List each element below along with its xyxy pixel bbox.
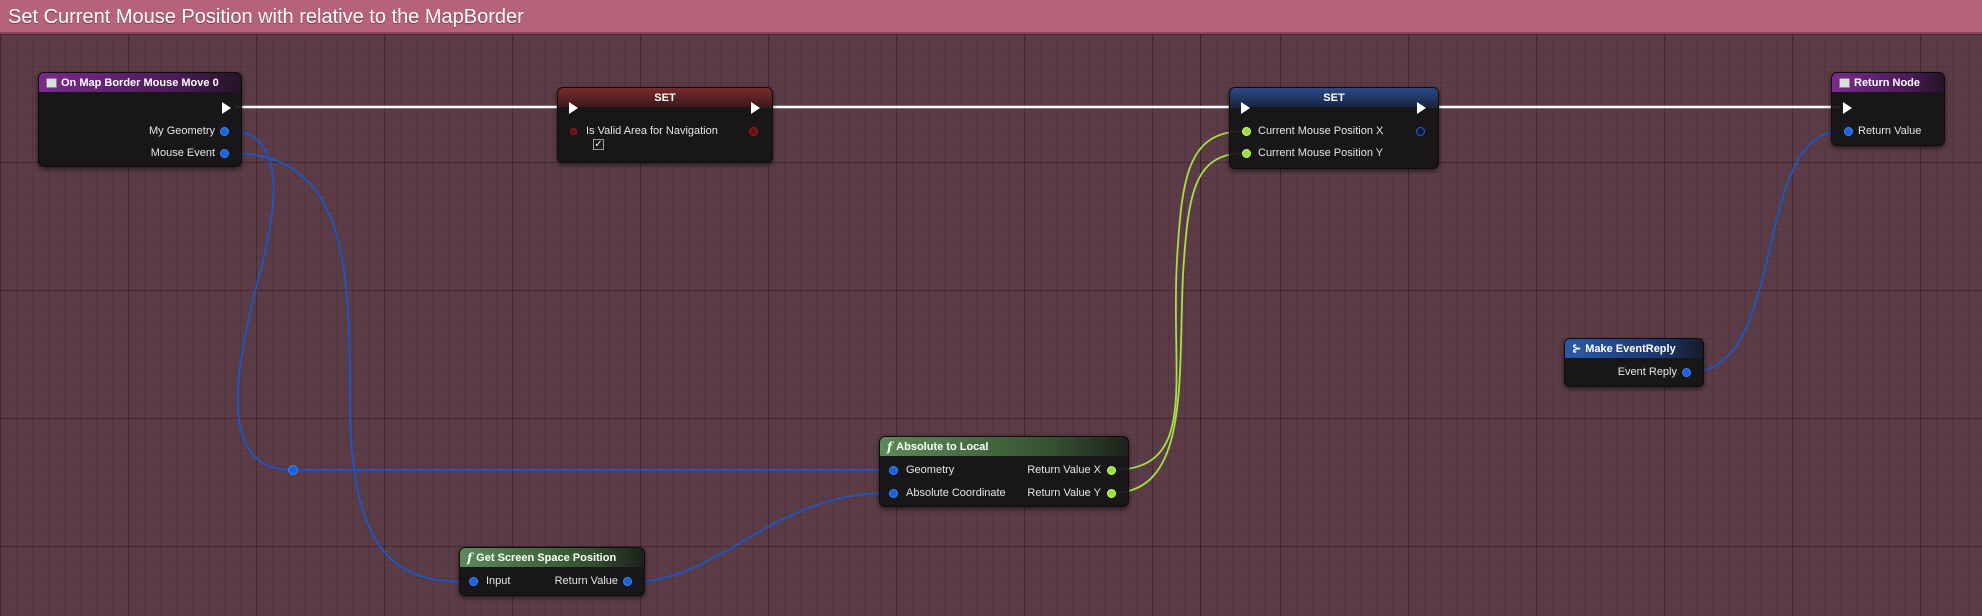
pin-label-mouse-y: Current Mouse Position Y: [1258, 147, 1384, 159]
pin-is-valid-in[interactable]: [570, 128, 577, 135]
return-icon: [1839, 77, 1850, 88]
node-title: Get Screen Space Position: [476, 551, 617, 564]
node-absolute-to-local[interactable]: f Absolute to Local Geometry Absolute Co…: [879, 436, 1129, 507]
node-return[interactable]: Return Node Return Value: [1831, 72, 1945, 146]
pin-is-valid-out[interactable]: [749, 127, 758, 136]
node-header: On Map Border Mouse Move 0: [39, 73, 241, 92]
event-icon: [46, 77, 57, 88]
exec-out-pin[interactable]: [1417, 102, 1426, 114]
exec-in-pin[interactable]: [1241, 102, 1250, 114]
node-header: SET: [558, 88, 772, 107]
pin-my-geometry[interactable]: [220, 127, 229, 136]
node-set-mouse-position[interactable]: SET Current Mouse Position X Current Mou…: [1229, 87, 1439, 169]
exec-in-pin[interactable]: [569, 102, 578, 114]
make-struct-icon: ⊱: [1572, 343, 1582, 355]
exec-out-pin[interactable]: [751, 102, 760, 114]
function-icon: f: [887, 439, 893, 454]
node-title: SET: [1323, 91, 1345, 104]
function-icon: f: [467, 550, 473, 565]
screen-pos-wire: [629, 492, 885, 583]
pin-label-return-value: Return Value: [1858, 125, 1922, 137]
node-title: Return Node: [1854, 76, 1920, 89]
pin-return-value[interactable]: [1844, 127, 1853, 136]
pin-mouse-event[interactable]: [220, 149, 229, 158]
node-make-event-reply[interactable]: ⊱ Make EventReply Event Reply: [1564, 338, 1704, 387]
wire-layer: [229, 105, 1843, 583]
event-reply-wire: [1689, 130, 1843, 373]
pin-return-value[interactable]: [623, 577, 632, 586]
pin-label-my-geometry: My Geometry: [148, 125, 215, 137]
node-set-is-valid-area[interactable]: SET Is Valid Area for Navigation ✓: [557, 87, 773, 163]
pin-label-event-reply: Event Reply: [1617, 366, 1677, 378]
pin-input[interactable]: [469, 577, 478, 586]
geometry-wire: [229, 130, 885, 471]
node-title: Absolute to Local: [896, 440, 989, 453]
pin-label-return-value: Return Value: [554, 575, 618, 587]
pin-mouse-y-in[interactable]: [1242, 149, 1251, 158]
pin-absolute-coordinate-in[interactable]: [889, 489, 898, 498]
node-header: ⊱ Make EventReply: [1565, 339, 1703, 358]
node-get-screen-space-position[interactable]: f Get Screen Space Position Input Return…: [459, 547, 645, 596]
exec-in-pin[interactable]: [1843, 102, 1852, 114]
pin-mouse-x-in[interactable]: [1242, 127, 1251, 136]
mouse-x-wire: [1111, 130, 1247, 471]
node-header: Return Node: [1832, 73, 1944, 92]
is-valid-checkbox[interactable]: ✓: [593, 139, 604, 150]
pin-label-is-valid: Is Valid Area for Navigation: [586, 125, 718, 137]
mouse-event-wire: [229, 152, 469, 583]
node-title: SET: [654, 91, 676, 104]
node-header: f Absolute to Local: [880, 437, 1128, 456]
pin-label-input: Input: [486, 575, 511, 587]
pin-label-return-y: Return Value Y: [1027, 487, 1101, 499]
pin-label-return-x: Return Value X: [1027, 464, 1101, 476]
mouse-y-wire: [1111, 152, 1247, 494]
pin-event-reply[interactable]: [1682, 368, 1691, 377]
node-title: On Map Border Mouse Move 0: [61, 76, 219, 89]
pin-geometry-in[interactable]: [889, 466, 898, 475]
reroute-node[interactable]: [288, 465, 298, 475]
pin-label-geometry: Geometry: [906, 464, 955, 476]
node-header: f Get Screen Space Position: [460, 548, 644, 567]
pin-label-mouse-event: Mouse Event: [150, 147, 215, 159]
node-on-map-border-mouse-move[interactable]: On Map Border Mouse Move 0 My Geometry M…: [38, 72, 242, 167]
pin-label-absolute-coordinate: Absolute Coordinate: [906, 487, 1006, 499]
pin-return-x[interactable]: [1107, 466, 1116, 475]
node-title: Make EventReply: [1585, 342, 1676, 355]
node-header: SET: [1230, 88, 1438, 107]
pin-return-y[interactable]: [1107, 489, 1116, 498]
pin-label-mouse-x: Current Mouse Position X: [1258, 125, 1384, 137]
exec-out-pin[interactable]: [222, 102, 231, 114]
pin-mouse-x-out[interactable]: [1416, 127, 1425, 136]
